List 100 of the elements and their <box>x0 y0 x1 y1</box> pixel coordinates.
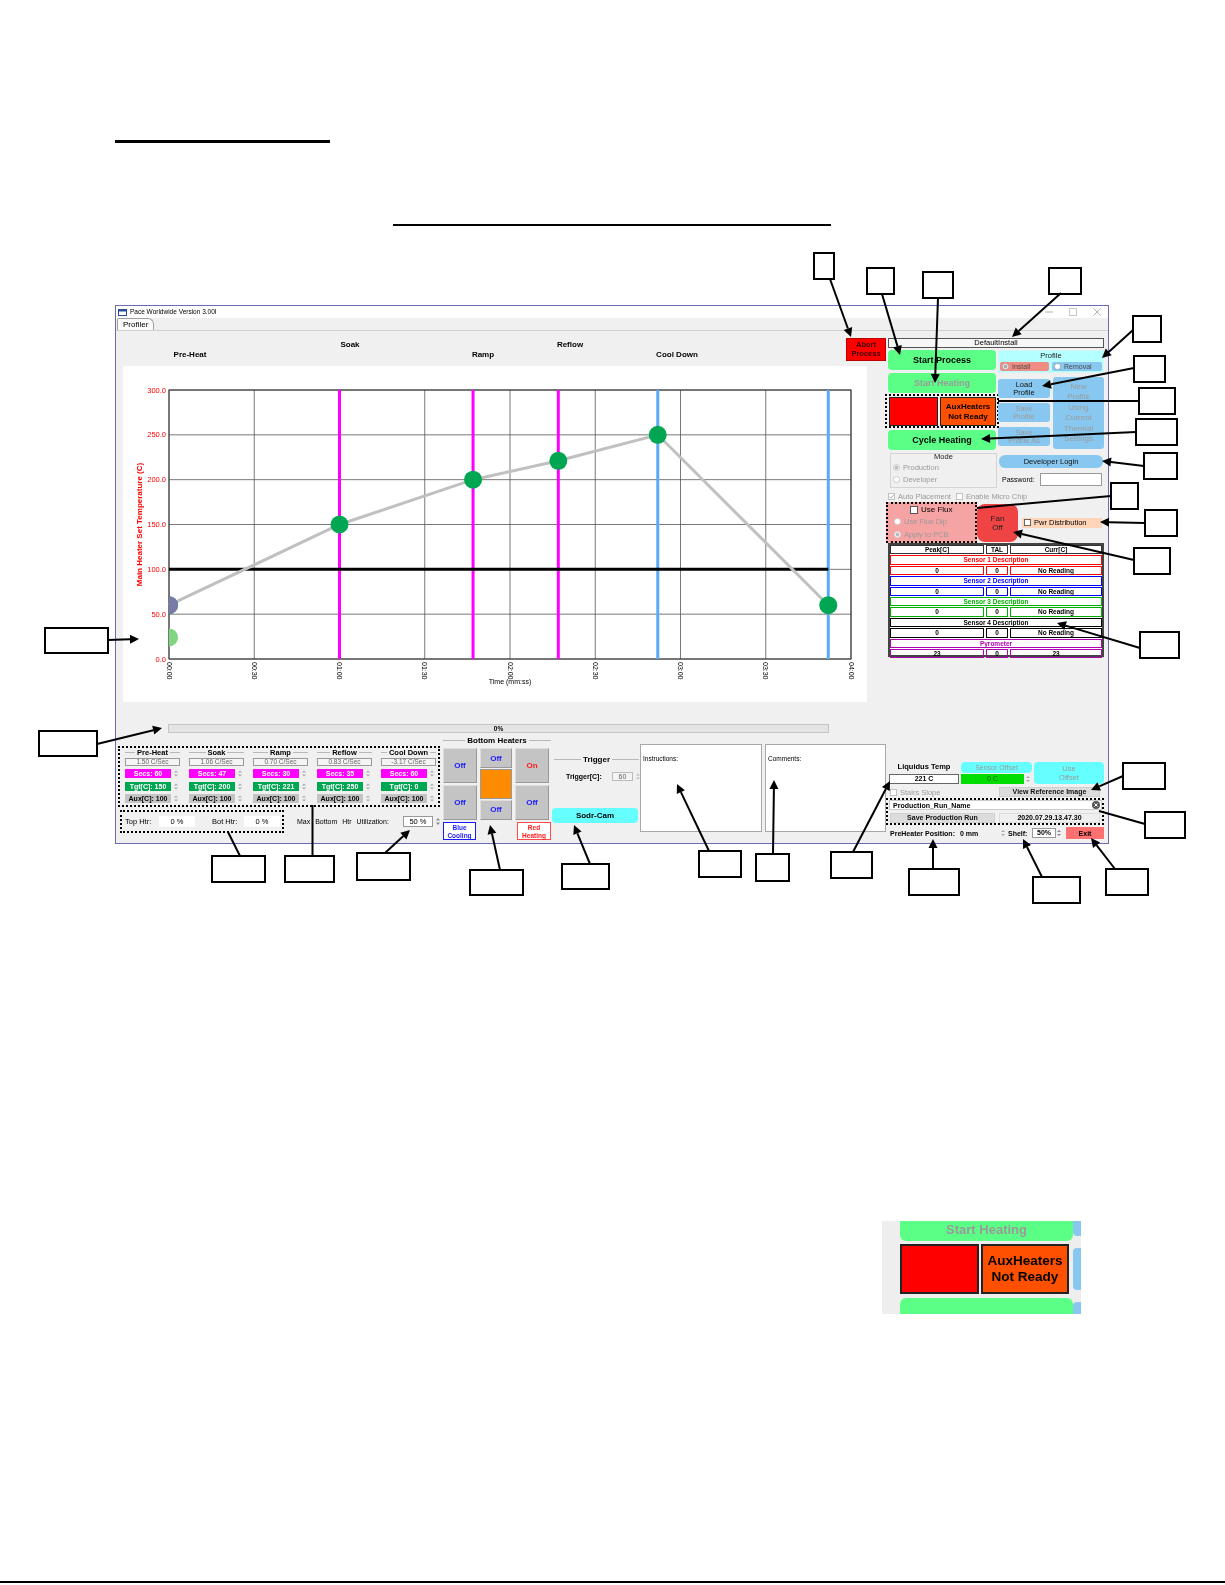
callout-box <box>1133 355 1166 383</box>
cropped-button-edge <box>1073 1302 1081 1314</box>
axis-title: Main Heater Set Temperature (C) <box>135 462 144 587</box>
minimize-icon[interactable] <box>1045 308 1053 316</box>
cropped-button-edge <box>1073 1248 1081 1290</box>
phase-label: Reflow <box>555 340 585 350</box>
callout-box <box>1122 762 1166 790</box>
cycle-heating-button[interactable]: Cycle Heating <box>888 430 996 450</box>
phase-label: Soak <box>339 340 361 350</box>
callout-box <box>698 850 742 878</box>
callout-arrow <box>573 825 591 865</box>
callout-box <box>211 855 266 883</box>
callout-arrow <box>384 830 410 854</box>
callout-box <box>1132 315 1162 343</box>
close-icon[interactable] <box>1093 308 1101 316</box>
callout-box <box>1048 267 1082 295</box>
aux-heater-status: AuxHeaters Not Ready <box>981 1244 1069 1294</box>
callout-box <box>44 627 109 654</box>
callout-arrow <box>1023 839 1043 878</box>
callout-arrow <box>829 278 853 337</box>
spin-buttons[interactable] <box>301 769 307 778</box>
spin-buttons[interactable] <box>435 816 441 827</box>
callout-arrow <box>1102 457 1145 467</box>
spin-buttons[interactable] <box>237 769 243 778</box>
fan-button[interactable]: Fan Off <box>977 503 1018 542</box>
callout-box <box>38 730 98 757</box>
callout-box <box>561 863 610 890</box>
heater-button[interactable]: Off <box>480 748 512 768</box>
callout-box <box>356 852 411 881</box>
callout-arrow <box>928 839 938 870</box>
callout-box <box>1110 482 1139 510</box>
spin-buttons[interactable] <box>173 794 179 803</box>
maximize-icon[interactable] <box>1069 308 1077 316</box>
tab[interactable]: Profiler <box>117 318 155 330</box>
callout-arrow <box>1102 329 1134 358</box>
callout-box <box>830 851 873 879</box>
callout-box <box>284 855 335 883</box>
phase-label: Pre-Heat <box>172 350 208 360</box>
heater-indicator-icon <box>480 769 512 799</box>
callout-box <box>908 868 960 896</box>
password-field[interactable] <box>1040 473 1102 486</box>
callout-box <box>1032 876 1081 904</box>
spin-buttons[interactable] <box>237 782 243 791</box>
callout-box <box>755 853 790 882</box>
data-point <box>169 628 178 647</box>
callout-arrow <box>1012 292 1062 337</box>
callout-box <box>1138 387 1176 415</box>
callout-arrow <box>1091 838 1116 870</box>
phase-label: Ramp <box>470 350 496 360</box>
callout-arrow <box>881 293 902 355</box>
status-lamp <box>889 397 938 426</box>
data-point <box>549 451 568 470</box>
spin-buttons[interactable] <box>301 782 307 791</box>
callout-arrow <box>487 825 501 871</box>
group-title: Trigger <box>581 754 612 764</box>
spin-buttons[interactable] <box>301 794 307 803</box>
spin-buttons[interactable] <box>1000 828 1006 838</box>
spin-buttons[interactable] <box>429 794 435 803</box>
heater-button[interactable]: Off <box>443 784 477 820</box>
cropped-button-edge <box>1073 1221 1081 1236</box>
phase-label: Cool Down <box>655 350 699 360</box>
spin-buttons[interactable] <box>429 769 435 778</box>
data-point <box>464 470 483 489</box>
callout-box <box>1144 509 1178 537</box>
callout-arrow <box>1100 517 1146 527</box>
aux-heater-status: AuxHeaters Not Ready <box>940 397 996 426</box>
callout-arrow <box>96 725 162 745</box>
callout-arrow <box>107 634 139 644</box>
leader-line <box>1098 810 1146 825</box>
spin-buttons[interactable] <box>365 794 371 803</box>
callout-box <box>1143 452 1178 480</box>
group-title: Bottom Heaters <box>466 736 528 745</box>
data-point <box>819 596 838 615</box>
callout-box <box>469 869 524 896</box>
spin-buttons[interactable] <box>365 782 371 791</box>
spin-buttons[interactable] <box>429 782 435 791</box>
spin-buttons[interactable] <box>173 782 179 791</box>
callout-arrow <box>676 784 710 852</box>
spin-buttons[interactable] <box>173 769 179 778</box>
callout-box <box>922 271 954 299</box>
cycle-heating-button[interactable] <box>900 1298 1073 1314</box>
checkbox-option[interactable]: Use Flux <box>888 505 975 514</box>
data-point <box>330 515 349 534</box>
checkbox-icon[interactable] <box>910 505 918 514</box>
heater-button[interactable]: Off <box>443 748 477 784</box>
callout-box <box>866 267 895 295</box>
heater-button[interactable]: Off <box>515 784 549 820</box>
callout-arrow <box>852 781 890 853</box>
sodr-cam-button[interactable]: Sodr-Cam <box>552 808 638 823</box>
spin-buttons[interactable] <box>237 794 243 803</box>
callout-box <box>1105 868 1149 896</box>
callout-box <box>1133 547 1171 575</box>
callout-box <box>1144 811 1186 839</box>
clear-icon[interactable] <box>1092 801 1100 809</box>
checkbox-icon[interactable] <box>1024 519 1031 526</box>
callout-box <box>1139 631 1180 659</box>
callout-box <box>1135 418 1178 446</box>
heater-button[interactable]: Off <box>480 800 512 820</box>
spin-buttons[interactable] <box>365 769 371 778</box>
callout-box <box>813 252 835 280</box>
